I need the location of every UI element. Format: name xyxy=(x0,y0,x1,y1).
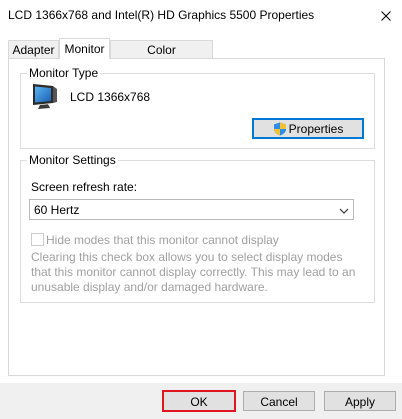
ok-button[interactable]: OK xyxy=(162,390,236,412)
chevron-down-icon xyxy=(339,205,349,215)
window-title: LCD 1366x768 and Intel(R) HD Graphics 55… xyxy=(8,8,315,22)
refresh-rate-value: 60 Hertz xyxy=(34,203,80,217)
monitor-settings-label: Monitor Settings xyxy=(27,153,118,167)
close-button[interactable] xyxy=(370,0,402,31)
refresh-rate-select[interactable]: 60 Hertz xyxy=(29,199,354,220)
title-bar: LCD 1366x768 and Intel(R) HD Graphics 55… xyxy=(0,0,402,31)
hide-modes-checkbox[interactable] xyxy=(31,233,44,246)
properties-dialog: LCD 1366x768 and Intel(R) HD Graphics 55… xyxy=(0,0,402,419)
close-icon xyxy=(381,10,391,21)
apply-button[interactable]: Apply xyxy=(324,391,396,411)
cancel-button[interactable]: Cancel xyxy=(243,391,315,411)
hide-modes-label: Hide modes that this monitor cannot disp… xyxy=(46,233,279,247)
shield-icon xyxy=(273,122,287,136)
properties-label: Properties xyxy=(288,121,344,136)
tab-color-management[interactable]: Color Management xyxy=(110,40,213,75)
monitor-type-label: Monitor Type xyxy=(27,66,101,80)
monitor-name: LCD 1366x768 xyxy=(70,90,151,104)
hide-modes-help-text: Clearing this check box allows you to se… xyxy=(31,250,356,294)
monitor-icon xyxy=(30,82,60,112)
tab-monitor[interactable]: Monitor xyxy=(59,38,110,59)
properties-button[interactable]: Properties xyxy=(252,118,364,139)
tab-adapter[interactable]: Adapter xyxy=(8,40,59,58)
refresh-rate-label: Screen refresh rate: xyxy=(31,180,138,194)
